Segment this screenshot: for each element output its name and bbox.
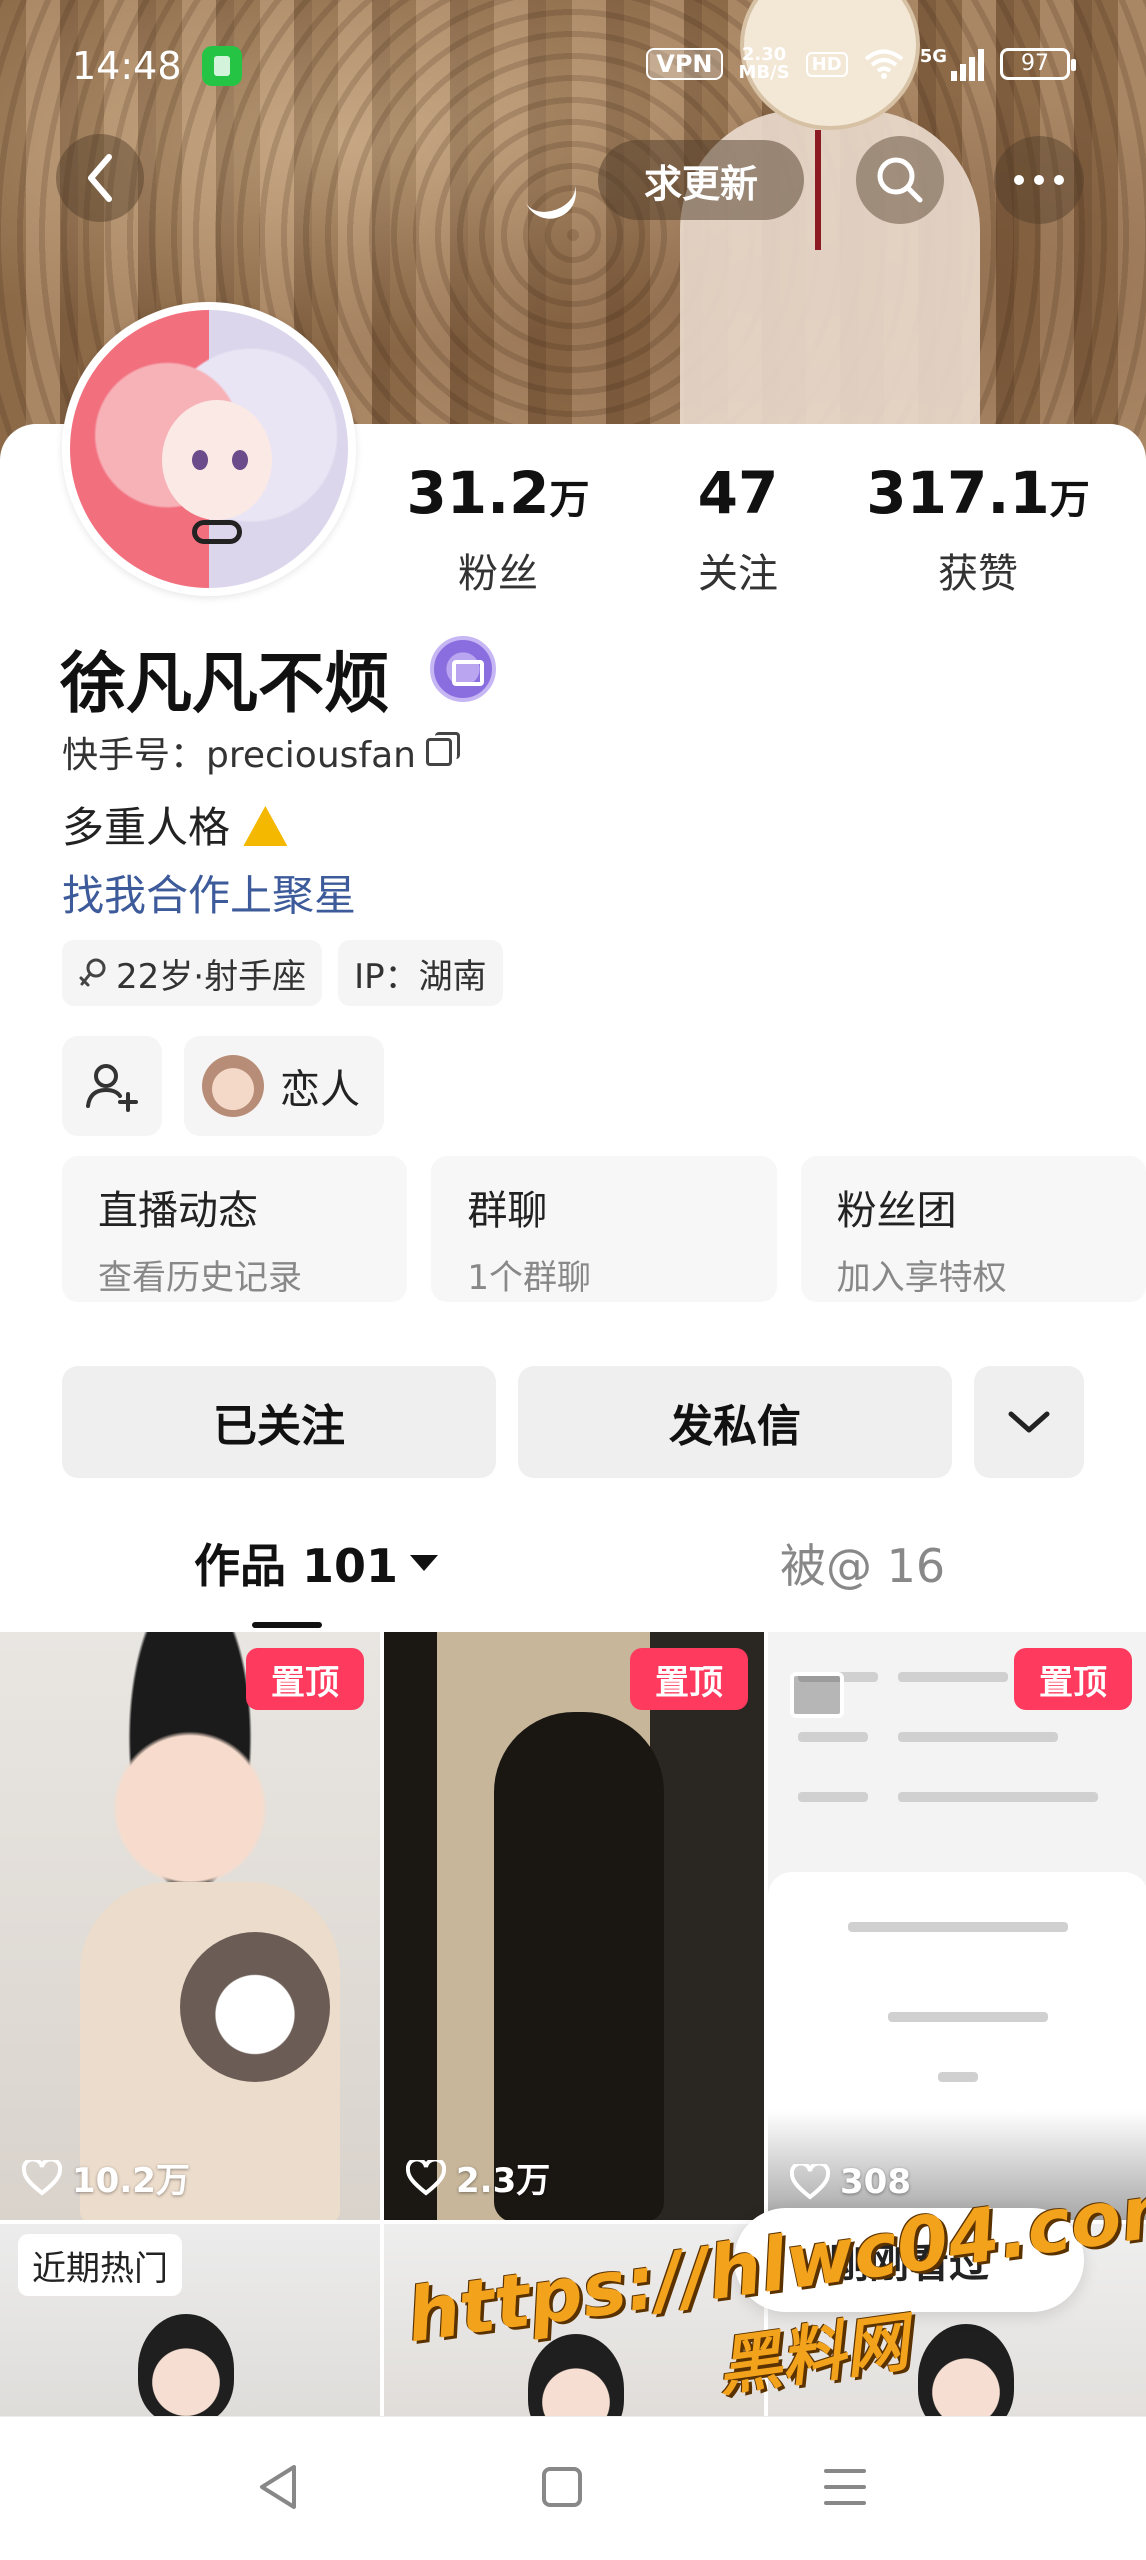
- pinned-badge: 置顶: [630, 1648, 748, 1710]
- feature-title: 粉丝团: [836, 1188, 957, 1234]
- likes-count: 317.1: [866, 459, 1050, 527]
- gender-female-icon: [79, 958, 106, 987]
- tab-works-label: 作品 101: [194, 1539, 399, 1593]
- kuaishou-id-text: 快手号：preciousfan: [62, 735, 416, 776]
- likes-unit: 万: [1049, 477, 1090, 523]
- relationship-row: 恋人: [62, 1036, 384, 1136]
- active-tab-indicator: [252, 1622, 322, 1628]
- feature-title: 直播动态: [98, 1188, 258, 1234]
- send-message-button[interactable]: 发私信: [518, 1366, 952, 1478]
- copy-icon[interactable]: [425, 732, 460, 766]
- search-icon: [877, 157, 923, 203]
- feature-subtitle: 查看历史记录: [98, 1258, 302, 1298]
- video-thumbnail[interactable]: 近期热门: [0, 2224, 380, 2424]
- signal-icon: [951, 47, 984, 81]
- like-count: 2.3万: [406, 2153, 550, 2202]
- profile-bio: 多重人格: [62, 794, 288, 855]
- tab-works[interactable]: 作品 101: [194, 1530, 439, 1596]
- ip-location-text: IP：湖南: [354, 956, 487, 997]
- feature-cards: 直播动态 查看历史记录 群聊 1个群聊 粉丝团 加入享特权: [62, 1156, 1146, 1302]
- cooperation-link[interactable]: 找我合作上聚星: [62, 862, 356, 923]
- pinned-badge: 置顶: [1014, 1648, 1132, 1710]
- ip-location-tag: IP：湖南: [338, 940, 503, 1006]
- vpn-badge: VPN: [646, 48, 723, 80]
- heart-icon: [22, 2159, 62, 2196]
- caret-down-icon: [410, 1555, 439, 1571]
- followers-unit: 万: [549, 477, 590, 523]
- nav-menu-icon[interactable]: [822, 2461, 868, 2513]
- search-button[interactable]: [856, 136, 944, 224]
- lover-avatar: [202, 1055, 264, 1117]
- content-tabs: 作品 101 被@ 16: [0, 1530, 1146, 1630]
- status-time: 14:48: [72, 44, 182, 88]
- profile-page: 14:48 VPN 2.30 MB/S HD 5G 97 求更新 31.2万 粉…: [0, 0, 1146, 2560]
- like-count-text: 308: [840, 2162, 911, 2202]
- back-button[interactable]: [56, 134, 144, 222]
- stat-following[interactable]: 47 关注: [638, 462, 838, 599]
- add-user-icon: [86, 1064, 138, 1112]
- request-update-button[interactable]: 求更新: [598, 140, 804, 220]
- system-nav-bar: [0, 2416, 1146, 2560]
- followers-count: 31.2: [406, 459, 550, 527]
- age-zodiac-text: 22岁·射手座: [116, 956, 307, 997]
- verified-badge-icon[interactable]: [430, 636, 496, 702]
- network-speed: 2.30 MB/S: [739, 46, 790, 82]
- chevron-down-icon: [1008, 1411, 1050, 1433]
- status-bar: 14:48 VPN 2.30 MB/S HD 5G 97: [0, 0, 1146, 120]
- profile-tags: 22岁·射手座 IP：湖南: [62, 940, 503, 1006]
- heart-icon: [406, 2159, 446, 2196]
- chevron-left-icon: [88, 154, 112, 202]
- like-count-text: 2.3万: [456, 2161, 551, 2201]
- app-notification-icon: [202, 46, 242, 86]
- like-count: 308: [790, 2162, 911, 2202]
- lover-label: 恋人: [280, 1067, 360, 1113]
- video-thumbnail[interactable]: 置顶 2.3万: [384, 1632, 764, 2220]
- like-count-text: 10.2万: [72, 2161, 190, 2201]
- stat-followers[interactable]: 31.2万 粉丝: [398, 462, 598, 599]
- heart-icon: [790, 2164, 830, 2200]
- hd-badge: HD: [805, 51, 848, 77]
- lover-relation-chip[interactable]: 恋人: [184, 1036, 384, 1136]
- nav-home-icon[interactable]: [540, 2461, 584, 2513]
- kuaishou-id: 快手号：preciousfan: [62, 726, 460, 778]
- network-type: 5G: [919, 46, 947, 67]
- video-thumbnail[interactable]: 置顶 10.2万: [0, 1632, 380, 2220]
- fan-club-card[interactable]: 粉丝团 加入享特权: [800, 1156, 1146, 1302]
- feature-subtitle: 1个群聊: [467, 1258, 591, 1298]
- avatar[interactable]: [62, 302, 356, 596]
- followers-label: 粉丝: [458, 551, 538, 597]
- age-zodiac-tag: 22岁·射手座: [62, 940, 323, 1006]
- action-buttons: 已关注 发私信: [62, 1366, 1084, 1478]
- following-count: 47: [697, 459, 779, 527]
- feature-title: 群聊: [467, 1188, 548, 1234]
- image-post-icon: [790, 1672, 844, 1718]
- network-speed-unit: MB/S: [738, 62, 790, 83]
- more-dots-icon: [1014, 175, 1024, 185]
- add-friend-button[interactable]: [62, 1036, 162, 1136]
- nav-back-icon[interactable]: [254, 2461, 300, 2513]
- more-button[interactable]: [994, 136, 1084, 224]
- pinned-badge: 置顶: [246, 1648, 364, 1710]
- image-post-thumbnail[interactable]: 置顶 308: [768, 1632, 1146, 2220]
- battery-icon: 97: [1000, 48, 1076, 80]
- likes-label: 获赞: [938, 551, 1018, 597]
- followed-button[interactable]: 已关注: [62, 1366, 496, 1478]
- warning-icon: [243, 806, 288, 846]
- group-chat-card[interactable]: 群聊 1个群聊: [431, 1156, 777, 1302]
- profile-name: 徐凡凡不烦: [60, 645, 390, 722]
- stat-likes[interactable]: 317.1万 获赞: [858, 462, 1098, 599]
- wifi-icon: [864, 49, 903, 79]
- recent-hot-badge: 近期热门: [18, 2234, 182, 2296]
- following-label: 关注: [698, 551, 778, 597]
- like-count: 10.2万: [22, 2153, 190, 2202]
- live-history-card[interactable]: 直播动态 查看历史记录: [62, 1156, 408, 1302]
- bio-text: 多重人格: [62, 803, 231, 852]
- tab-mentions[interactable]: 被@ 16: [780, 1530, 945, 1596]
- feature-subtitle: 加入享特权: [836, 1258, 1007, 1298]
- expand-button[interactable]: [974, 1366, 1084, 1478]
